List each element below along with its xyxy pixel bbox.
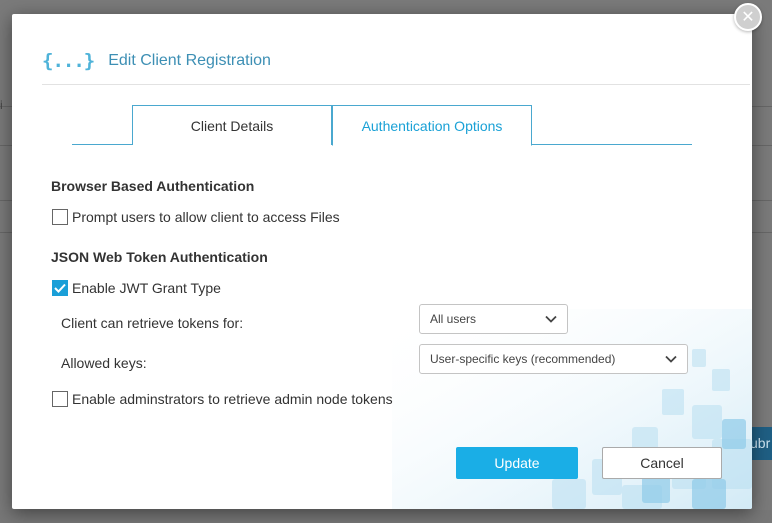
enable-jwt-checkbox[interactable]: [52, 280, 68, 296]
retrieve-tokens-value: All users: [430, 312, 477, 326]
prompt-users-label: Prompt users to allow client to access F…: [72, 209, 340, 225]
close-glyph: ✕: [741, 9, 755, 26]
decorative-background-pattern: [392, 309, 752, 509]
tab-authentication-options[interactable]: Authentication Options: [332, 105, 532, 146]
jwt-auth-heading: JSON Web Token Authentication: [51, 249, 268, 265]
tab-client-details[interactable]: Client Details: [132, 105, 332, 145]
background-text-fragment: i: [0, 98, 3, 112]
admin-tokens-label: Enable adminstrators to retrieve admin n…: [72, 391, 393, 407]
chevron-down-icon: [545, 315, 557, 323]
chevron-down-icon: [665, 355, 677, 363]
dialog-header: {...} Edit Client Registration: [42, 46, 271, 76]
enable-jwt-label: Enable JWT Grant Type: [72, 280, 221, 296]
admin-tokens-option[interactable]: Enable adminstrators to retrieve admin n…: [52, 391, 393, 407]
enable-jwt-option[interactable]: Enable JWT Grant Type: [52, 280, 221, 296]
prompt-users-checkbox[interactable]: [52, 209, 68, 225]
checkmark-icon: [54, 283, 66, 293]
update-button[interactable]: Update: [456, 447, 578, 479]
allowed-keys-value: User-specific keys (recommended): [430, 352, 616, 366]
header-divider: [42, 84, 750, 85]
browser-auth-heading: Browser Based Authentication: [51, 178, 255, 194]
admin-tokens-checkbox[interactable]: [52, 391, 68, 407]
close-icon[interactable]: ✕: [734, 3, 762, 31]
allowed-keys-label: Allowed keys:: [61, 355, 147, 371]
code-braces-icon: {...}: [42, 50, 95, 72]
allowed-keys-select[interactable]: User-specific keys (recommended): [419, 344, 688, 374]
edit-client-dialog: {...} Edit Client Registration Client De…: [12, 14, 752, 509]
dialog-title: Edit Client Registration: [108, 52, 271, 69]
cancel-button[interactable]: Cancel: [602, 447, 722, 479]
retrieve-tokens-label: Client can retrieve tokens for:: [61, 315, 244, 331]
background-footer: [0, 510, 772, 523]
prompt-users-option[interactable]: Prompt users to allow client to access F…: [52, 209, 340, 225]
retrieve-tokens-select[interactable]: All users: [419, 304, 568, 334]
